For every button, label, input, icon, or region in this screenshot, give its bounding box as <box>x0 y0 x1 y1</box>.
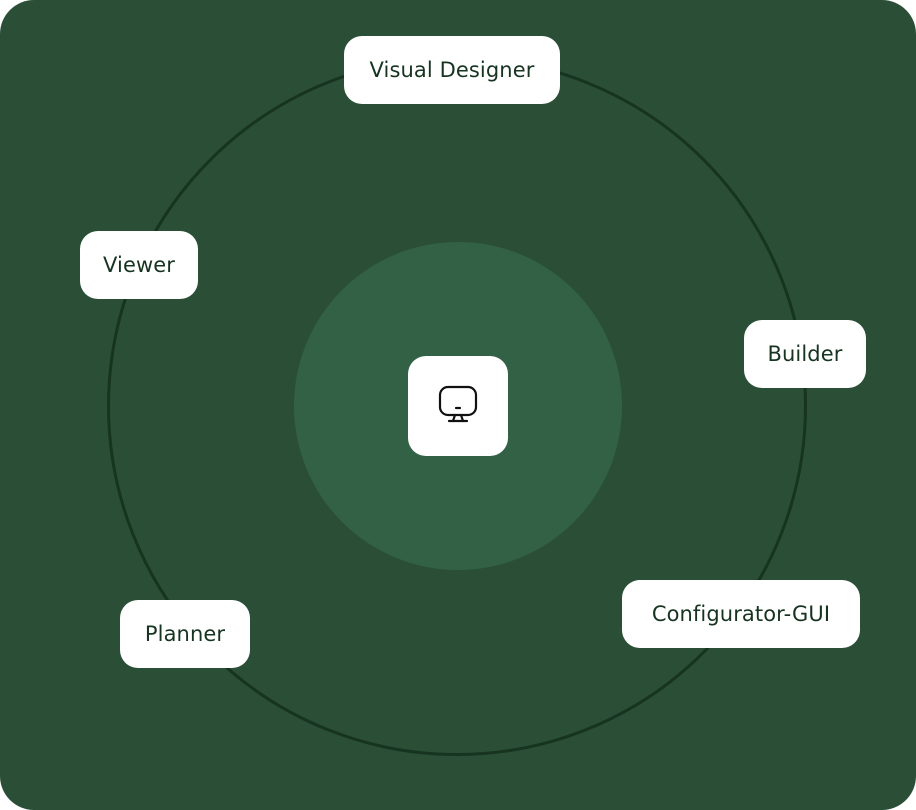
node-viewer[interactable]: Viewer <box>80 231 198 299</box>
node-visual-designer[interactable]: Visual Designer <box>344 36 560 104</box>
node-label: Viewer <box>103 253 175 277</box>
center-card <box>408 356 508 456</box>
desktop-monitor-icon <box>435 381 481 431</box>
node-label: Configurator-GUI <box>651 602 831 626</box>
node-builder[interactable]: Builder <box>744 320 866 388</box>
node-configurator-gui[interactable]: Configurator-GUI <box>622 580 860 648</box>
node-label: Builder <box>767 342 843 366</box>
diagram-panel: Visual Designer Viewer Builder Planner C… <box>0 0 916 810</box>
node-planner[interactable]: Planner <box>120 600 250 668</box>
node-label: Visual Designer <box>369 58 535 82</box>
node-label: Planner <box>144 622 226 646</box>
